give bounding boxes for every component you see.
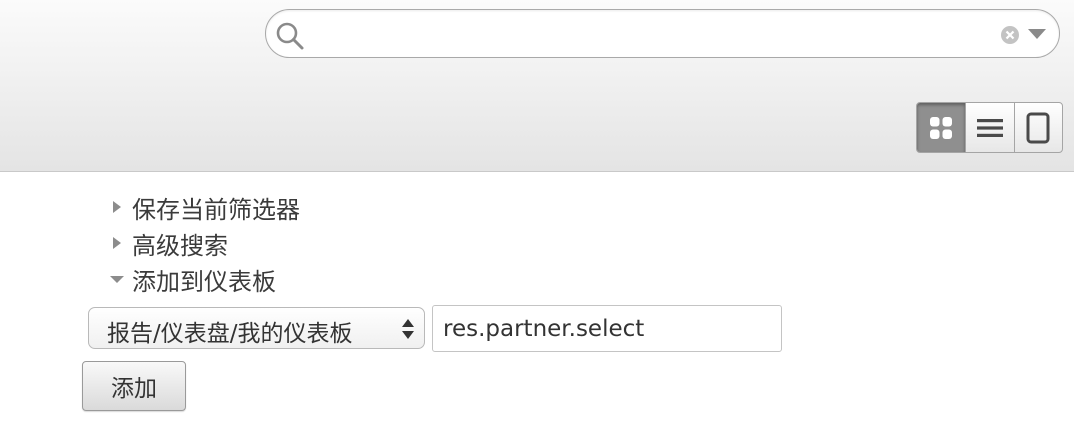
dashboard-select-value: 报告/仪表盘/我的仪表板 (107, 321, 353, 347)
caret-down-icon (110, 276, 124, 283)
view-switcher (916, 102, 1063, 153)
page: 保存当前筛选器 高级搜索 添加到仪表板 报告/仪表盘/我的仪表板 添加 (0, 0, 1074, 440)
search-bar[interactable] (265, 9, 1060, 58)
caret-right-icon (113, 237, 121, 249)
search-header (0, 0, 1074, 172)
dashboard-select[interactable]: 报告/仪表盘/我的仪表板 (88, 307, 425, 349)
filter-name-input[interactable] (432, 305, 782, 352)
list-view-button[interactable] (965, 103, 1013, 152)
save-current-filter-toggle[interactable]: 保存当前筛选器 (108, 192, 300, 224)
caret-right-icon (113, 201, 121, 213)
chevron-down-icon[interactable] (1028, 29, 1046, 39)
add-to-dashboard-toggle[interactable]: 添加到仪表板 (108, 264, 276, 296)
advanced-search-label: 高级搜索 (132, 231, 228, 260)
search-icon (276, 22, 304, 50)
advanced-search-toggle[interactable]: 高级搜索 (108, 228, 228, 260)
add-to-dashboard-label: 添加到仪表板 (132, 267, 276, 296)
save-current-filter-label: 保存当前筛选器 (132, 195, 300, 224)
form-icon (1026, 112, 1050, 143)
list-icon (977, 118, 1003, 137)
add-button[interactable]: 添加 (82, 361, 186, 411)
clear-icon[interactable] (1000, 25, 1020, 45)
select-arrows-icon (402, 319, 414, 339)
kanban-view-button[interactable] (917, 103, 966, 152)
search-input[interactable] (310, 16, 954, 54)
kanban-icon (930, 116, 953, 139)
form-view-button[interactable] (1013, 103, 1062, 152)
